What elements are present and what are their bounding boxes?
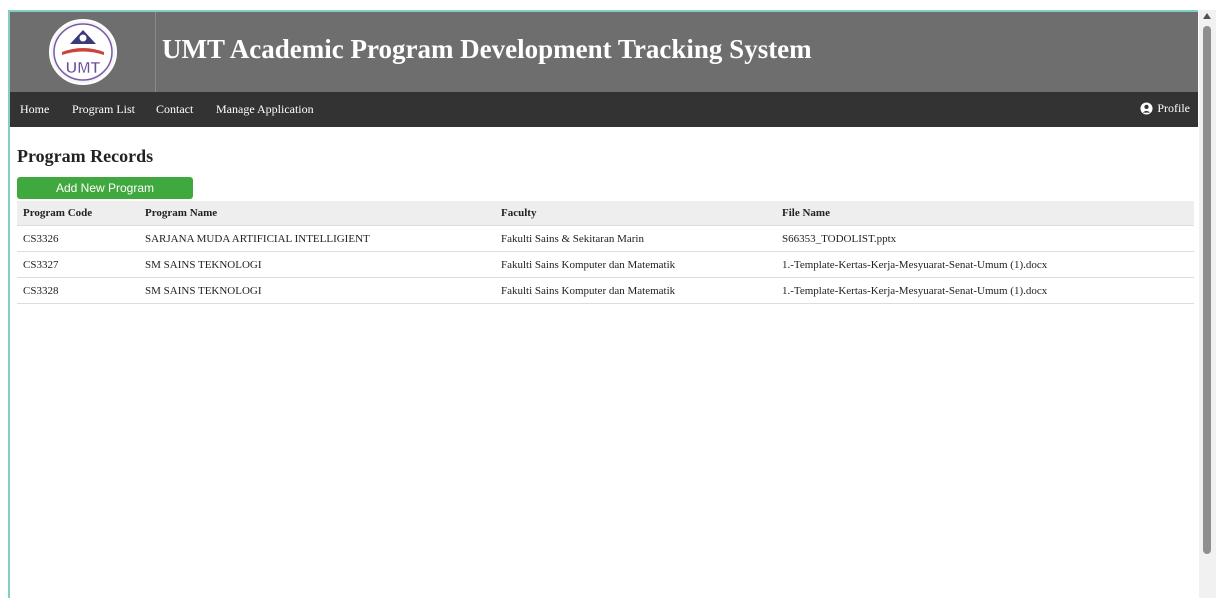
table-header-row: Program Code Program Name Faculty File N… xyxy=(17,201,1194,226)
cell-program-code: CS3328 xyxy=(17,277,139,304)
nav-contact[interactable]: Contact xyxy=(156,102,193,117)
table-row[interactable]: CS3327 SM SAINS TEKNOLOGI Fakulti Sains … xyxy=(17,251,1194,278)
site-title: UMT Academic Program Development Trackin… xyxy=(162,34,812,64)
profile-label: Profile xyxy=(1157,101,1190,115)
column-header-program-name[interactable]: Program Name xyxy=(139,201,495,226)
add-new-program-button[interactable]: Add New Program xyxy=(17,177,193,199)
table-row[interactable]: CS3328 SM SAINS TEKNOLOGI Fakulti Sains … xyxy=(17,277,1194,304)
cell-faculty: Fakulti Sains Komputer dan Matematik xyxy=(495,277,776,304)
user-icon xyxy=(1140,102,1153,115)
site-header: UMT UMT Academic Program Development Tra… xyxy=(10,12,1198,92)
cell-faculty: Fakulti Sains Komputer dan Matematik xyxy=(495,251,776,278)
nav-home[interactable]: Home xyxy=(20,102,49,117)
cell-file-name[interactable]: S66353_TODOLIST.pptx xyxy=(776,225,1194,252)
program-records-table: Program Code Program Name Faculty File N… xyxy=(17,201,1194,304)
cell-program-name: SM SAINS TEKNOLOGI xyxy=(139,277,495,304)
cell-faculty: Fakulti Sains & Sekitaran Marin xyxy=(495,225,776,252)
nav-manage-application[interactable]: Manage Application xyxy=(216,102,314,117)
cell-program-name: SM SAINS TEKNOLOGI xyxy=(139,251,495,278)
vertical-scrollbar[interactable] xyxy=(1199,10,1216,598)
page-title: Program Records xyxy=(17,146,154,166)
cell-file-name[interactable]: 1.-Template-Kertas-Kerja-Mesyuarat-Senat… xyxy=(776,251,1194,278)
nav-program-list[interactable]: Program List xyxy=(72,102,135,117)
cell-program-code: CS3327 xyxy=(17,251,139,278)
table-row[interactable]: CS3326 SARJANA MUDA ARTIFICIAL INTELLIGI… xyxy=(17,225,1194,252)
logo-container: UMT xyxy=(10,12,156,92)
umt-logo[interactable]: UMT xyxy=(48,18,118,86)
column-header-faculty[interactable]: Faculty xyxy=(495,201,776,226)
scroll-up-arrow-icon[interactable] xyxy=(1203,13,1211,19)
logo-text: UMT xyxy=(66,60,101,77)
cell-program-code: CS3326 xyxy=(17,225,139,252)
scrollbar-thumb[interactable] xyxy=(1203,26,1211,554)
column-header-program-code[interactable]: Program Code xyxy=(17,201,139,226)
cell-file-name[interactable]: 1.-Template-Kertas-Kerja-Mesyuarat-Senat… xyxy=(776,277,1194,304)
main-nav: Home Program List Contact Manage Applica… xyxy=(10,92,1198,127)
column-header-file-name[interactable]: File Name xyxy=(776,201,1194,226)
app-window: UMT UMT Academic Program Development Tra… xyxy=(8,10,1198,598)
profile-link[interactable]: Profile xyxy=(1140,101,1190,116)
cell-program-name: SARJANA MUDA ARTIFICIAL INTELLIGIENT xyxy=(139,225,495,252)
